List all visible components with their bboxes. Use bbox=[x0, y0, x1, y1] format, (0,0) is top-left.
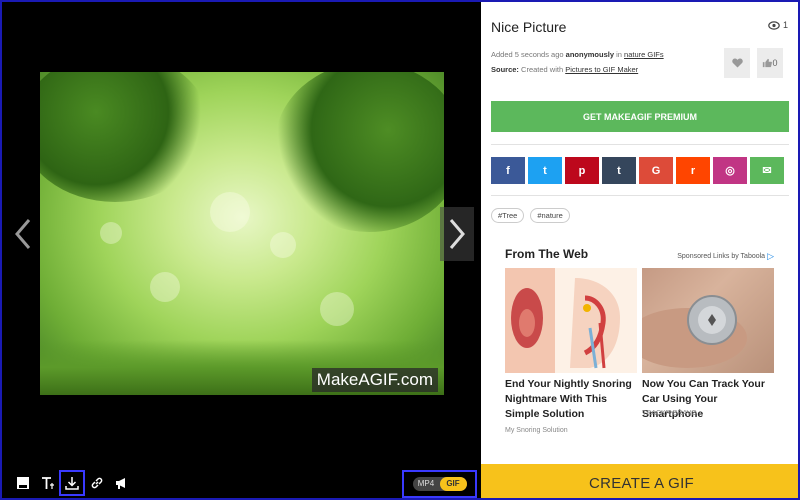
eye-icon bbox=[768, 20, 780, 30]
source-link[interactable]: Pictures to GIF Maker bbox=[565, 65, 638, 74]
link-icon bbox=[91, 477, 103, 489]
bokeh-decoration bbox=[150, 272, 180, 302]
share-google-button[interactable]: G bbox=[639, 157, 673, 184]
save-button[interactable] bbox=[14, 474, 32, 492]
tag-list: #Tree #nature bbox=[491, 208, 570, 223]
tumblr-icon: t bbox=[617, 164, 621, 177]
thumbs-up-icon bbox=[763, 58, 773, 68]
bokeh-decoration bbox=[100, 222, 122, 244]
leaves-left bbox=[40, 72, 210, 202]
twitter-icon: t bbox=[543, 164, 547, 177]
details-panel: Nice Picture 1 Added 5 seconds ago anony… bbox=[481, 2, 798, 498]
author: anonymously bbox=[565, 50, 614, 59]
add-text-button[interactable] bbox=[39, 474, 57, 492]
source-label: Source: bbox=[491, 65, 519, 74]
email-icon: ✉ bbox=[762, 165, 772, 177]
chevron-right-icon bbox=[449, 219, 465, 249]
gif-viewer: MakeAGIF.com MP4 GIF bbox=[2, 2, 481, 498]
share-email-button[interactable]: ✉ bbox=[750, 157, 784, 184]
gif-image[interactable]: MakeAGIF.com bbox=[40, 72, 444, 395]
next-arrow[interactable] bbox=[440, 207, 474, 261]
anatomy-illustration bbox=[505, 268, 620, 373]
share-tumblr-button[interactable]: t bbox=[602, 157, 636, 184]
bokeh-decoration bbox=[270, 232, 296, 258]
create-gif-button[interactable]: CREATE A GIF bbox=[481, 464, 798, 498]
ad-title-snoring[interactable]: End Your Nightly Snoring Nightmare With … bbox=[505, 377, 637, 422]
ad-source-snoring: My Snoring Solution bbox=[505, 427, 568, 434]
bottom-toolbar: MP4 GIF bbox=[2, 466, 481, 498]
favorite-button[interactable] bbox=[724, 48, 750, 78]
view-count: 1 bbox=[768, 20, 788, 30]
copy-link-button[interactable] bbox=[88, 474, 106, 492]
instagram-icon: ◎ bbox=[725, 165, 735, 177]
format-toggle-container: MP4 GIF bbox=[402, 470, 477, 498]
bokeh-decoration bbox=[320, 292, 354, 326]
gif-title: Nice Picture bbox=[491, 19, 567, 35]
sponsored-text: Sponsored Links by Taboola bbox=[677, 253, 766, 260]
share-instagram-button[interactable]: ◎ bbox=[713, 157, 747, 184]
download-icon bbox=[65, 477, 79, 490]
share-twitter-button[interactable]: t bbox=[528, 157, 562, 184]
added-time: Added 5 seconds ago bbox=[491, 50, 564, 59]
category-link[interactable]: nature GIFs bbox=[624, 50, 664, 59]
format-gif[interactable]: GIF bbox=[439, 477, 467, 491]
in-text: in bbox=[616, 50, 622, 59]
tag-tree[interactable]: #Tree bbox=[491, 208, 525, 223]
google-icon: G bbox=[651, 164, 661, 177]
sponsored-label[interactable]: Sponsored Links by Taboola ▷ bbox=[677, 251, 774, 262]
megaphone-icon bbox=[116, 478, 125, 489]
share-facebook-button[interactable]: f bbox=[491, 157, 525, 184]
share-pinterest-button[interactable]: p bbox=[565, 157, 599, 184]
source-info: Source: Created with Pictures to GIF Mak… bbox=[491, 65, 638, 74]
watermark: MakeAGIF.com bbox=[311, 368, 438, 392]
format-mp4[interactable]: MP4 bbox=[413, 477, 440, 491]
share-buttons: f t p t Gr ◎ ✉ bbox=[491, 157, 784, 184]
heart-icon bbox=[731, 58, 743, 68]
ad-image-tracker[interactable] bbox=[642, 268, 774, 373]
ad-image-snoring[interactable] bbox=[505, 268, 637, 373]
from-the-web-title: From The Web bbox=[505, 247, 589, 261]
leaves-right bbox=[274, 72, 444, 232]
premium-button[interactable]: GET MAKEAGIF PREMIUM bbox=[491, 101, 789, 132]
tag-nature[interactable]: #nature bbox=[530, 208, 570, 223]
tracker-photo bbox=[642, 295, 747, 368]
text-icon bbox=[42, 477, 54, 489]
bokeh-decoration bbox=[210, 192, 250, 232]
source-text: Created with bbox=[521, 65, 564, 74]
view-count-value: 1 bbox=[782, 20, 788, 30]
download-button[interactable] bbox=[59, 470, 85, 496]
announce-button[interactable] bbox=[112, 474, 130, 492]
like-count: 0 bbox=[772, 58, 778, 68]
divider bbox=[491, 144, 789, 145]
share-reddit-button[interactable]: r bbox=[676, 157, 710, 184]
previous-arrow[interactable] bbox=[6, 207, 40, 261]
like-button[interactable]: 0 bbox=[757, 48, 783, 78]
save-icon bbox=[17, 477, 29, 489]
divider bbox=[491, 195, 789, 196]
pinterest-icon: p bbox=[578, 164, 586, 177]
format-toggle[interactable]: MP4 GIF bbox=[412, 477, 467, 491]
facebook-icon: f bbox=[506, 164, 510, 177]
ad-source-tracker: TRACKR BRAVO bbox=[642, 410, 697, 417]
taboola-icon: ▷ bbox=[767, 251, 774, 261]
app-frame: MakeAGIF.com MP4 GIF Nice Picture 1 Adde… bbox=[0, 0, 800, 500]
chevron-left-icon bbox=[15, 219, 31, 249]
added-info: Added 5 seconds ago anonymously in natur… bbox=[491, 50, 664, 59]
reddit-icon: r bbox=[690, 164, 696, 177]
